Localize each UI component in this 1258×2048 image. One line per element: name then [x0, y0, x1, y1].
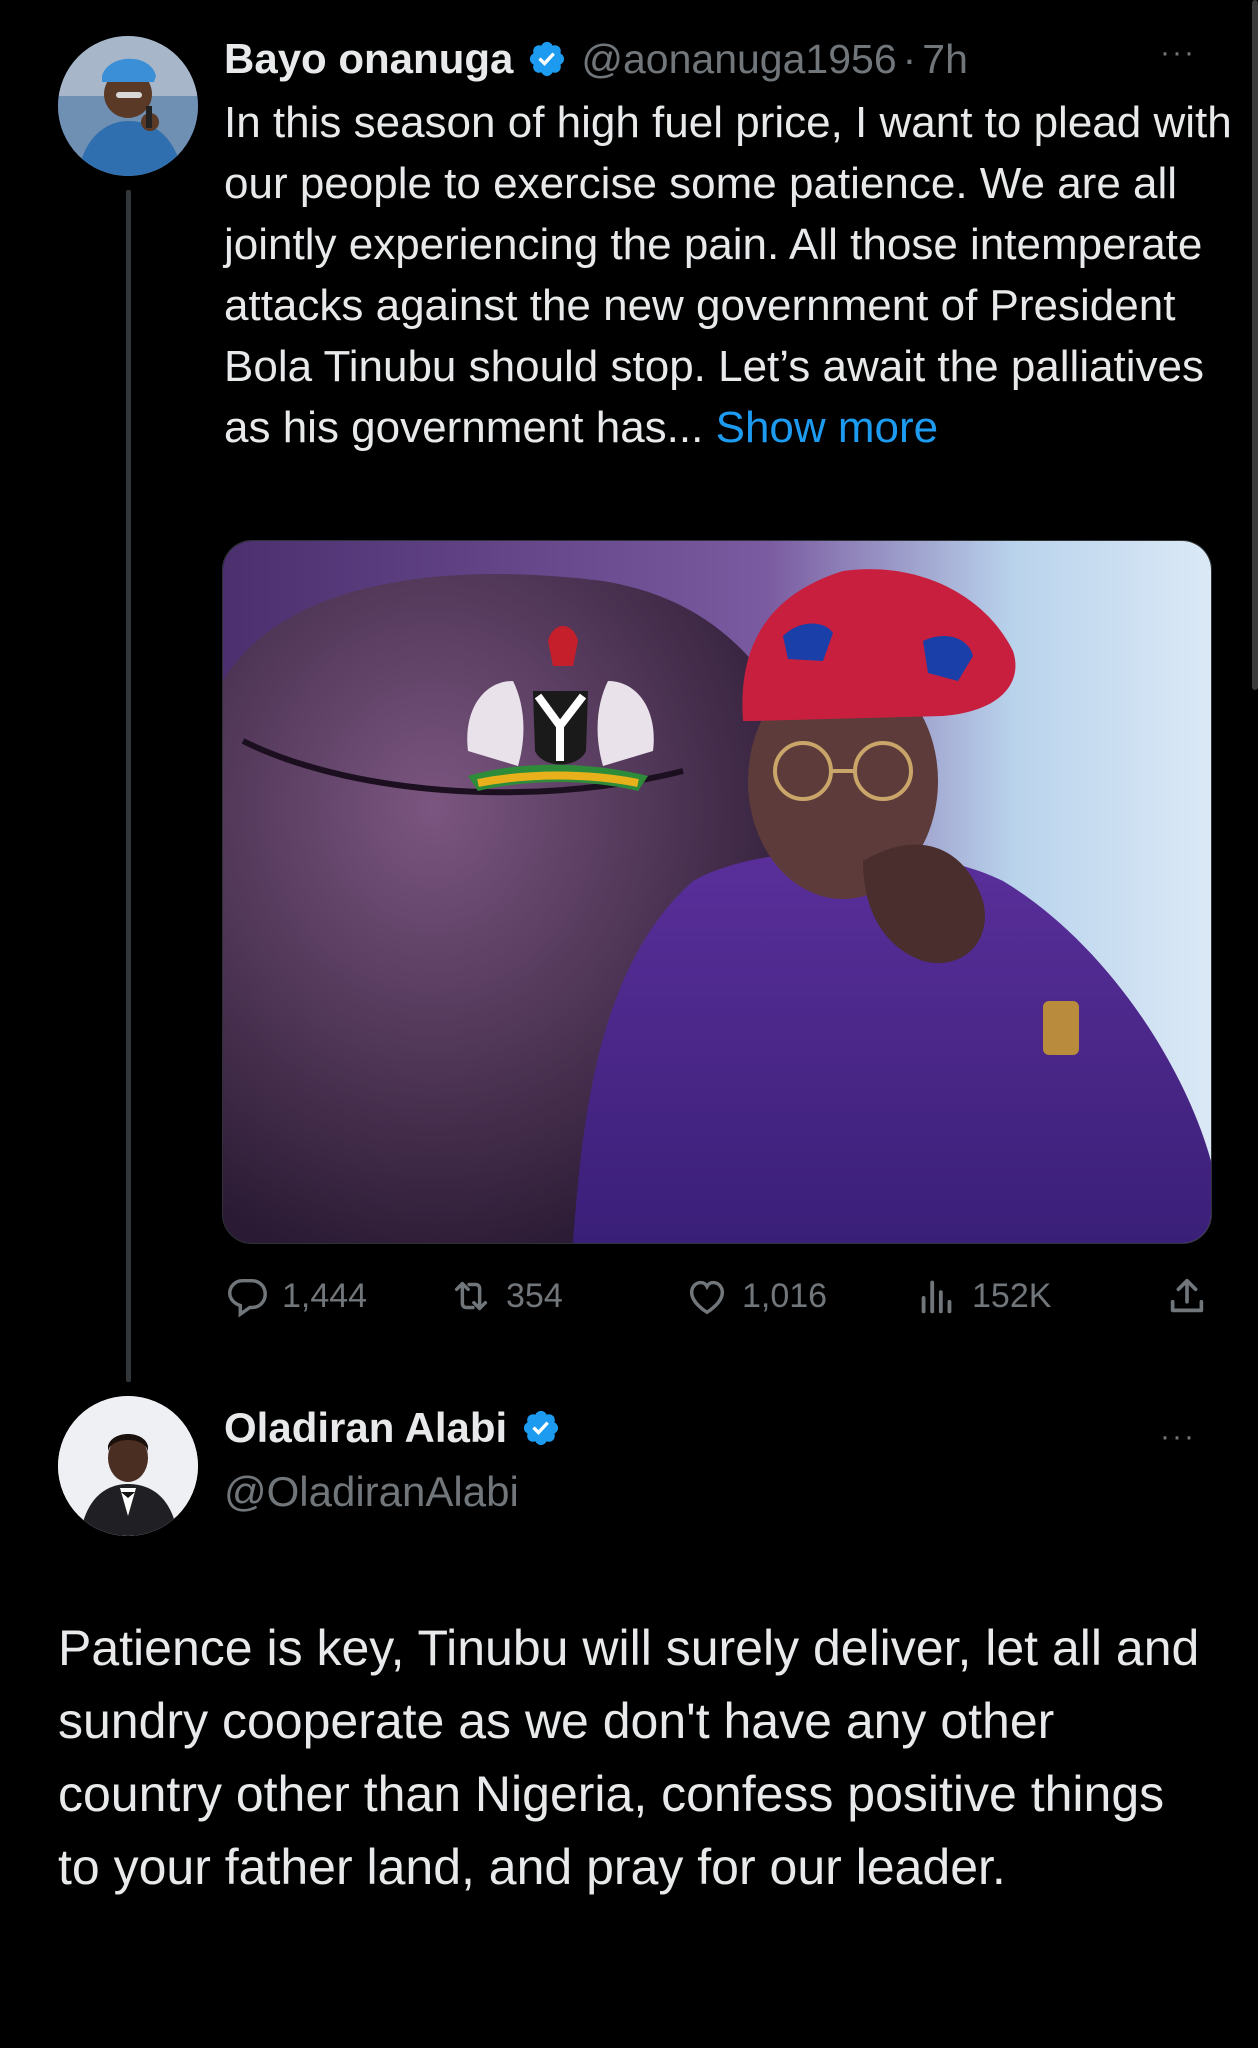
tweet2-text: Patience is key, Tinubu will surely deli… — [58, 1620, 1200, 1895]
tweet1-media-image[interactable] — [222, 540, 1212, 1244]
more-icon[interactable]: ··· — [1160, 36, 1196, 70]
tweet1-text: In this season of high fuel price, I wan… — [224, 98, 1232, 452]
retweet-count: 354 — [506, 1276, 563, 1315]
tweet1-action-bar: 1,444 354 1,016 152K — [224, 1266, 1214, 1326]
share-button[interactable] — [1164, 1266, 1222, 1326]
avatar-bayo-onanuga[interactable] — [58, 36, 198, 176]
tweet-timestamp[interactable]: 7h — [922, 36, 968, 83]
tweet2-header: Oladiran Alabi — [224, 1404, 575, 1452]
tweet1-header: Bayo onanuga @aonanuga1956 · 7h — [224, 28, 968, 90]
views-count: 152K — [972, 1276, 1052, 1315]
like-button[interactable]: 1,016 — [684, 1266, 827, 1326]
views-icon — [921, 1280, 952, 1314]
author-handle[interactable]: @OladiranAlabi — [224, 1468, 519, 1516]
president-portrait-photo — [223, 541, 1211, 1243]
verified-badge-icon — [524, 1410, 559, 1446]
author-name[interactable]: Oladiran Alabi — [224, 1404, 507, 1452]
author-name[interactable]: Bayo onanuga — [224, 35, 513, 83]
more-icon[interactable]: ··· — [1160, 1420, 1196, 1454]
avatar-photo — [58, 36, 198, 176]
avatar-oladiran-alabi[interactable] — [58, 1396, 198, 1536]
tweet1-body: In this season of high fuel price, I wan… — [224, 92, 1234, 458]
author-handle[interactable]: @aonanuga1956 — [581, 36, 896, 83]
scrollbar[interactable] — [1252, 0, 1258, 690]
retweet-button[interactable]: 354 — [448, 1266, 563, 1326]
separator-dot: · — [902, 35, 917, 82]
reply-count: 1,444 — [282, 1276, 368, 1315]
avatar-photo — [58, 1396, 198, 1536]
reply-button[interactable]: 1,444 — [224, 1266, 367, 1326]
like-count: 1,016 — [742, 1276, 828, 1315]
reply-icon — [228, 1278, 267, 1318]
show-more-link[interactable]: Show more — [716, 403, 939, 452]
like-icon — [689, 1280, 725, 1315]
verified-badge-icon — [530, 41, 565, 77]
thread-connector-line — [126, 190, 131, 1382]
views-button[interactable]: 152K — [914, 1266, 1051, 1326]
share-icon — [1170, 1278, 1204, 1313]
retweet-icon — [454, 1281, 488, 1311]
